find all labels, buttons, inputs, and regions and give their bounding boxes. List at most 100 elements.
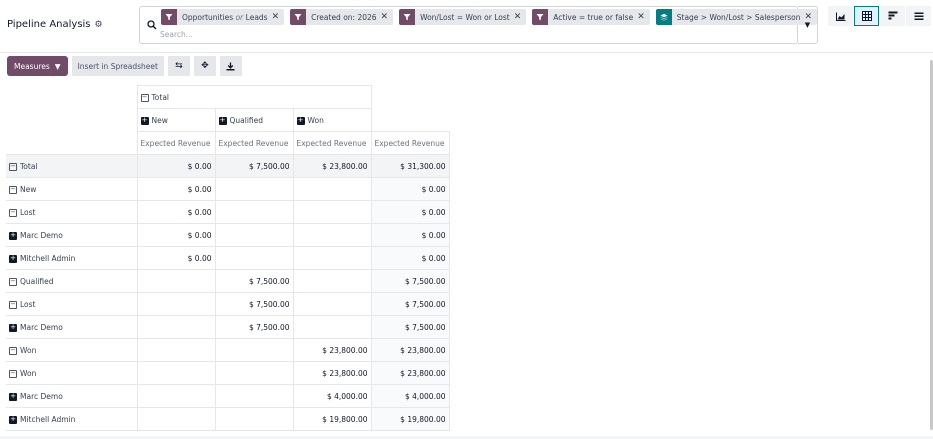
pivot-total-cell[interactable]: $ 7,500.00 xyxy=(370,269,450,293)
pivot-cell[interactable] xyxy=(136,338,216,362)
close-icon[interactable]: ✕ xyxy=(272,12,285,22)
pivot-cell[interactable] xyxy=(292,200,372,224)
flip-axis-button[interactable]: ⇆ xyxy=(167,56,190,76)
close-icon[interactable]: ✕ xyxy=(514,12,527,22)
row-header[interactable]: + Marc Demo xyxy=(6,223,137,247)
facet-created[interactable]: Created on: 2026 ✕ xyxy=(290,9,394,25)
pivot-cell[interactable]: $ 19,800.00 xyxy=(292,407,372,431)
pivot-cell[interactable] xyxy=(292,315,372,339)
pivot-cell[interactable]: $ 0.00 xyxy=(136,200,216,224)
facet-wonlost[interactable]: Won/Lost = Won or Lost ✕ xyxy=(399,9,527,25)
expand-icon: + xyxy=(9,415,17,424)
pivot-cell[interactable] xyxy=(214,338,294,362)
close-icon[interactable]: ✕ xyxy=(381,12,394,22)
row-header[interactable]: + Marc Demo xyxy=(6,384,137,408)
row-header[interactable]: − Qualified xyxy=(6,269,137,293)
pivot-row: − Won $ 23,800.00 $ 23,800.00 xyxy=(6,338,450,362)
pivot-total-cell[interactable]: $ 7,500.00 xyxy=(370,315,450,339)
download-button[interactable] xyxy=(219,56,242,76)
pivot-total-cell[interactable]: $ 7,500.00 xyxy=(370,292,450,316)
search-options-toggle[interactable]: ▼ xyxy=(798,6,818,44)
insert-in-spreadsheet-button[interactable]: Insert in Spreadsheet xyxy=(71,56,164,76)
pivot-cell[interactable] xyxy=(136,384,216,408)
row-header[interactable]: − New xyxy=(6,177,137,201)
pivot-cell[interactable] xyxy=(214,200,294,224)
pivot-cell[interactable] xyxy=(214,384,294,408)
measure-header[interactable]: Expected Revenue xyxy=(136,131,216,155)
search-box[interactable]: Opportunities or Leads ✕ Created on: 202… xyxy=(139,6,818,44)
area-chart-view-button[interactable] xyxy=(828,6,853,26)
row-header-label: Lost xyxy=(20,208,36,217)
facet-groupby[interactable]: Stage > Won/Lost > Salesperson ✕ xyxy=(655,9,818,25)
pivot-view-button[interactable] xyxy=(854,6,879,26)
bar-chart-view-button[interactable] xyxy=(880,6,905,26)
pivot-cell[interactable]: $ 7,500.00 xyxy=(214,269,294,293)
pivot-cell[interactable] xyxy=(214,246,294,270)
pivot-cell[interactable]: $ 7,500.00 xyxy=(214,315,294,339)
pivot-cell[interactable]: $ 23,800.00 xyxy=(292,338,372,362)
list-view-button[interactable] xyxy=(906,6,931,26)
pivot-total-cell[interactable]: $ 0.00 xyxy=(370,246,450,270)
row-header[interactable]: + Mitchell Admin xyxy=(6,407,137,431)
pivot-cell[interactable] xyxy=(214,223,294,247)
pivot-cell[interactable]: $ 0.00 xyxy=(136,246,216,270)
pivot-cell[interactable] xyxy=(214,407,294,431)
search-input[interactable] xyxy=(160,28,460,40)
measure-header[interactable]: Expected Revenue xyxy=(214,131,294,155)
pivot-cell[interactable]: $ 0.00 xyxy=(136,154,216,178)
arrows-icon: ✥ xyxy=(201,61,209,71)
filter-icon xyxy=(399,9,416,25)
col-header-qualified[interactable]: + Qualified xyxy=(214,108,294,132)
pivot-total-cell[interactable]: $ 0.00 xyxy=(370,177,450,201)
row-header[interactable]: + Marc Demo xyxy=(6,315,137,339)
facet-active[interactable]: Active = true or false ✕ xyxy=(532,9,650,25)
pivot-cell[interactable] xyxy=(136,269,216,293)
pivot-cell[interactable] xyxy=(214,361,294,385)
pivot-cell[interactable]: $ 23,800.00 xyxy=(292,154,372,178)
pivot-total-cell[interactable]: $ 0.00 xyxy=(370,223,450,247)
pivot-cell[interactable]: $ 7,500.00 xyxy=(214,154,294,178)
pivot-cell[interactable] xyxy=(136,407,216,431)
col-header-total-label: Total xyxy=(151,93,170,102)
pivot-cell[interactable]: $ 0.00 xyxy=(136,177,216,201)
col-header-total[interactable]: − Total xyxy=(136,85,372,109)
col-header-won[interactable]: + Won xyxy=(292,108,372,132)
col-header-new[interactable]: + New xyxy=(136,108,216,132)
gear-icon[interactable]: ⚙ xyxy=(95,20,103,30)
pivot-total-cell[interactable]: $ 0.00 xyxy=(370,200,450,224)
pivot-total-cell[interactable]: $ 23,800.00 xyxy=(370,338,450,362)
expand-all-button[interactable]: ✥ xyxy=(193,56,216,76)
close-icon[interactable]: ✕ xyxy=(637,12,650,22)
pivot-cell[interactable]: $ 0.00 xyxy=(136,223,216,247)
measures-button[interactable]: Measures ▼ xyxy=(7,56,68,76)
pivot-total-cell[interactable]: $ 4,000.00 xyxy=(370,384,450,408)
pivot-cell[interactable]: $ 7,500.00 xyxy=(214,292,294,316)
row-header[interactable]: + Mitchell Admin xyxy=(6,246,137,270)
pivot-total-cell[interactable]: $ 19,800.00 xyxy=(370,407,450,431)
pivot-total-cell[interactable]: $ 23,800.00 xyxy=(370,361,450,385)
pivot-cell[interactable] xyxy=(292,177,372,201)
facet-or: or xyxy=(235,12,244,22)
pivot-grid-icon xyxy=(861,11,872,21)
row-header[interactable]: − Lost xyxy=(6,200,137,224)
pivot-cell[interactable] xyxy=(292,223,372,247)
pivot-cell[interactable] xyxy=(136,361,216,385)
row-header[interactable]: − Lost xyxy=(6,292,137,316)
pivot-cell[interactable]: $ 23,800.00 xyxy=(292,361,372,385)
row-header[interactable]: − Total xyxy=(6,154,137,178)
pivot-cell[interactable] xyxy=(292,246,372,270)
pivot-cell[interactable] xyxy=(292,269,372,293)
pivot-toolbar: Measures ▼ Insert in Spreadsheet ⇆ ✥ xyxy=(7,56,242,76)
measure-header[interactable]: Expected Revenue xyxy=(292,131,372,155)
row-header[interactable]: − Won xyxy=(6,338,137,362)
measure-header[interactable]: Expected Revenue xyxy=(370,131,450,155)
pivot-cell[interactable] xyxy=(292,292,372,316)
pivot-cell[interactable] xyxy=(136,315,216,339)
pivot-total-cell[interactable]: $ 31,300.00 xyxy=(370,154,450,178)
facet-type[interactable]: Opportunities or Leads ✕ xyxy=(161,9,285,25)
pivot-cell[interactable]: $ 4,000.00 xyxy=(292,384,372,408)
pivot-cell[interactable] xyxy=(136,292,216,316)
filter-icon xyxy=(161,9,177,25)
pivot-cell[interactable] xyxy=(214,177,294,201)
row-header[interactable]: − Won xyxy=(6,361,137,385)
